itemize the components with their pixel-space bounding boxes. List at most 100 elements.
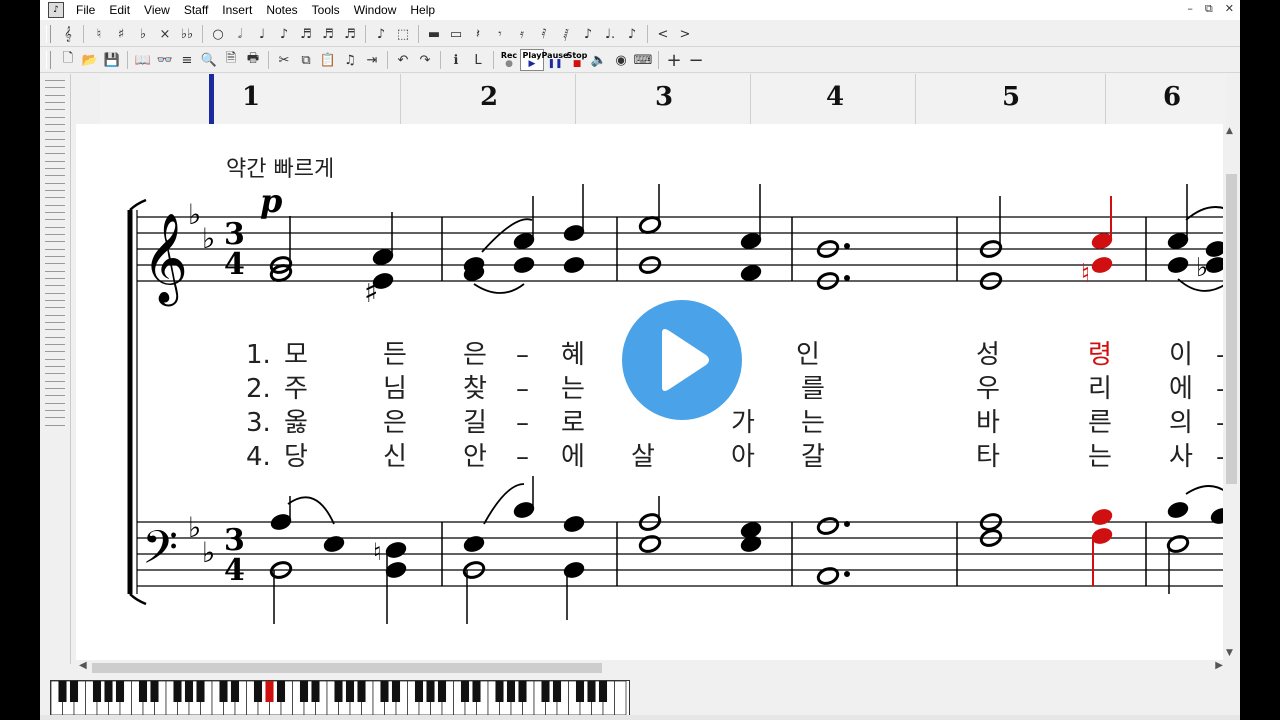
piano-black-key[interactable] (518, 681, 527, 702)
piano-white-key[interactable] (614, 680, 627, 716)
horizontal-scroll-thumb[interactable] (92, 663, 602, 673)
dotted-icon[interactable]: ♩. (599, 24, 621, 44)
palette-tool[interactable] (45, 388, 65, 404)
piano-black-key[interactable] (552, 681, 562, 702)
delete-icon[interactable]: ⇥ (361, 50, 383, 70)
menu-help[interactable]: Help (404, 3, 443, 17)
sixtyfourth-note-icon[interactable]: ♬ (339, 24, 361, 44)
palette-tool[interactable] (45, 256, 65, 272)
piano-black-key[interactable] (460, 681, 470, 702)
piano-black-key[interactable] (253, 681, 263, 702)
ties-icon[interactable]: ♪ (621, 24, 643, 44)
palette-tool[interactable] (45, 102, 65, 118)
glasses-icon[interactable]: 👓 (154, 50, 176, 70)
playback-cursor[interactable] (209, 74, 214, 124)
palette-tool[interactable] (45, 278, 65, 294)
record-button[interactable]: Rec ● (498, 50, 520, 70)
book-icon[interactable]: 📖 (132, 50, 154, 70)
piano-black-key[interactable] (276, 681, 286, 702)
piano-black-key[interactable] (575, 681, 585, 702)
piano-black-key[interactable] (219, 681, 228, 702)
clef-icon[interactable]: 𝄞 (57, 24, 79, 44)
sharp-icon[interactable]: ♯ (110, 24, 132, 44)
scroll-up-icon[interactable]: ▲ (1226, 126, 1233, 136)
palette-tool[interactable] (45, 234, 65, 250)
open-folder-icon[interactable]: 📂 (79, 50, 101, 70)
grace-note-icon[interactable]: ♪ (370, 24, 392, 44)
piano-black-key[interactable] (311, 681, 320, 702)
measure-ruler[interactable]: 1 2 3 4 5 6 (100, 74, 1226, 125)
piano-black-key[interactable] (69, 681, 79, 702)
piano-black-key-active[interactable] (265, 681, 274, 702)
thirtysecond-rest-icon[interactable]: 𝅀 (533, 24, 555, 44)
pause-button[interactable]: Pause ❚❚ (542, 50, 569, 70)
palette-tool[interactable] (45, 168, 65, 184)
piano-black-key[interactable] (173, 681, 182, 702)
toolbar-grip[interactable] (46, 51, 51, 69)
video-play-button[interactable] (612, 290, 752, 430)
double-flat-icon[interactable]: ♭♭ (176, 24, 198, 44)
crescendo-icon[interactable]: < (652, 24, 674, 44)
save-icon[interactable]: 💾 (101, 50, 123, 70)
lyric-icon[interactable]: L (467, 50, 489, 70)
sixteenth-rest-icon[interactable]: 𝄿 (511, 24, 533, 44)
piano-black-key[interactable] (587, 681, 596, 702)
piano-black-key[interactable] (58, 681, 67, 702)
scroll-left-icon[interactable]: ◀ (79, 660, 87, 671)
stop-button[interactable]: Stop ■ (566, 50, 588, 70)
half-rest-icon[interactable]: ▭ (445, 24, 467, 44)
sixtyfourth-rest-icon[interactable]: 𝅁 (555, 24, 577, 44)
print-icon[interactable]: 🖶 (242, 50, 264, 70)
close-button[interactable]: ✕ (1225, 2, 1234, 16)
staff-select-icon[interactable]: ≡ (176, 50, 198, 70)
horizontal-scrollbar[interactable]: ◀ ▶ (76, 660, 1226, 676)
zoom-icon[interactable]: 🔍 (198, 50, 220, 70)
decrescendo-icon[interactable]: > (674, 24, 696, 44)
zoom-out-button[interactable]: − (685, 50, 707, 71)
toolbar-grip[interactable] (46, 25, 51, 43)
palette-tool[interactable] (45, 344, 65, 360)
whole-note-icon[interactable]: ○ (207, 24, 229, 44)
menu-file[interactable]: File (70, 3, 103, 17)
rest-box-icon[interactable]: ⬚ (392, 24, 414, 44)
play-button[interactable]: Play ▶ (520, 49, 544, 71)
double-sharp-icon[interactable]: × (154, 24, 176, 44)
vertical-scroll-thumb[interactable] (1226, 174, 1237, 484)
piano-black-key[interactable] (230, 681, 240, 702)
palette-tool[interactable] (45, 80, 65, 96)
piano-black-key[interactable] (184, 681, 194, 702)
piano-black-key[interactable] (104, 681, 113, 702)
paste-icon[interactable]: 📋 (317, 50, 339, 70)
piano-black-key[interactable] (380, 681, 389, 702)
menu-notes[interactable]: Notes (260, 3, 305, 17)
scroll-down-icon[interactable]: ▼ (1226, 648, 1233, 658)
menu-view[interactable]: View (138, 3, 178, 17)
undo-icon[interactable]: ↶ (392, 50, 414, 70)
piano-keys[interactable] (50, 680, 629, 716)
vertical-scrollbar[interactable]: ▲ ▼ (1223, 124, 1240, 660)
quarter-note-icon[interactable]: ♩ (251, 24, 273, 44)
menu-insert[interactable]: Insert (216, 3, 260, 17)
eighth-note-icon[interactable]: ♪ (273, 24, 295, 44)
piano-black-key[interactable] (541, 681, 550, 702)
palette-tool[interactable] (45, 190, 65, 206)
piano-black-key[interactable] (345, 681, 355, 702)
menu-staff[interactable]: Staff (178, 3, 216, 17)
thirtysecond-note-icon[interactable]: ♬ (317, 24, 339, 44)
restore-button[interactable]: ⧉ (1205, 2, 1213, 16)
redo-icon[interactable]: ↷ (414, 50, 436, 70)
tuplet-icon[interactable]: ♪ (577, 24, 599, 44)
piano-black-key[interactable] (437, 681, 447, 702)
piano-black-key[interactable] (472, 681, 481, 702)
piano-black-key[interactable] (92, 681, 102, 702)
copy-icon[interactable]: ⧉ (295, 50, 317, 70)
palette-tool[interactable] (45, 410, 65, 426)
piano-black-key[interactable] (150, 681, 159, 702)
new-file-icon[interactable]: 🗋 (57, 50, 79, 70)
piano-black-key[interactable] (426, 681, 435, 702)
flat-icon[interactable]: ♭ (132, 24, 154, 44)
info-icon[interactable]: ℹ (445, 50, 467, 70)
page-icon[interactable]: 🗎 (220, 50, 242, 70)
cut-icon[interactable]: ✂ (273, 50, 295, 70)
sixteenth-note-icon[interactable]: ♬ (295, 24, 317, 44)
